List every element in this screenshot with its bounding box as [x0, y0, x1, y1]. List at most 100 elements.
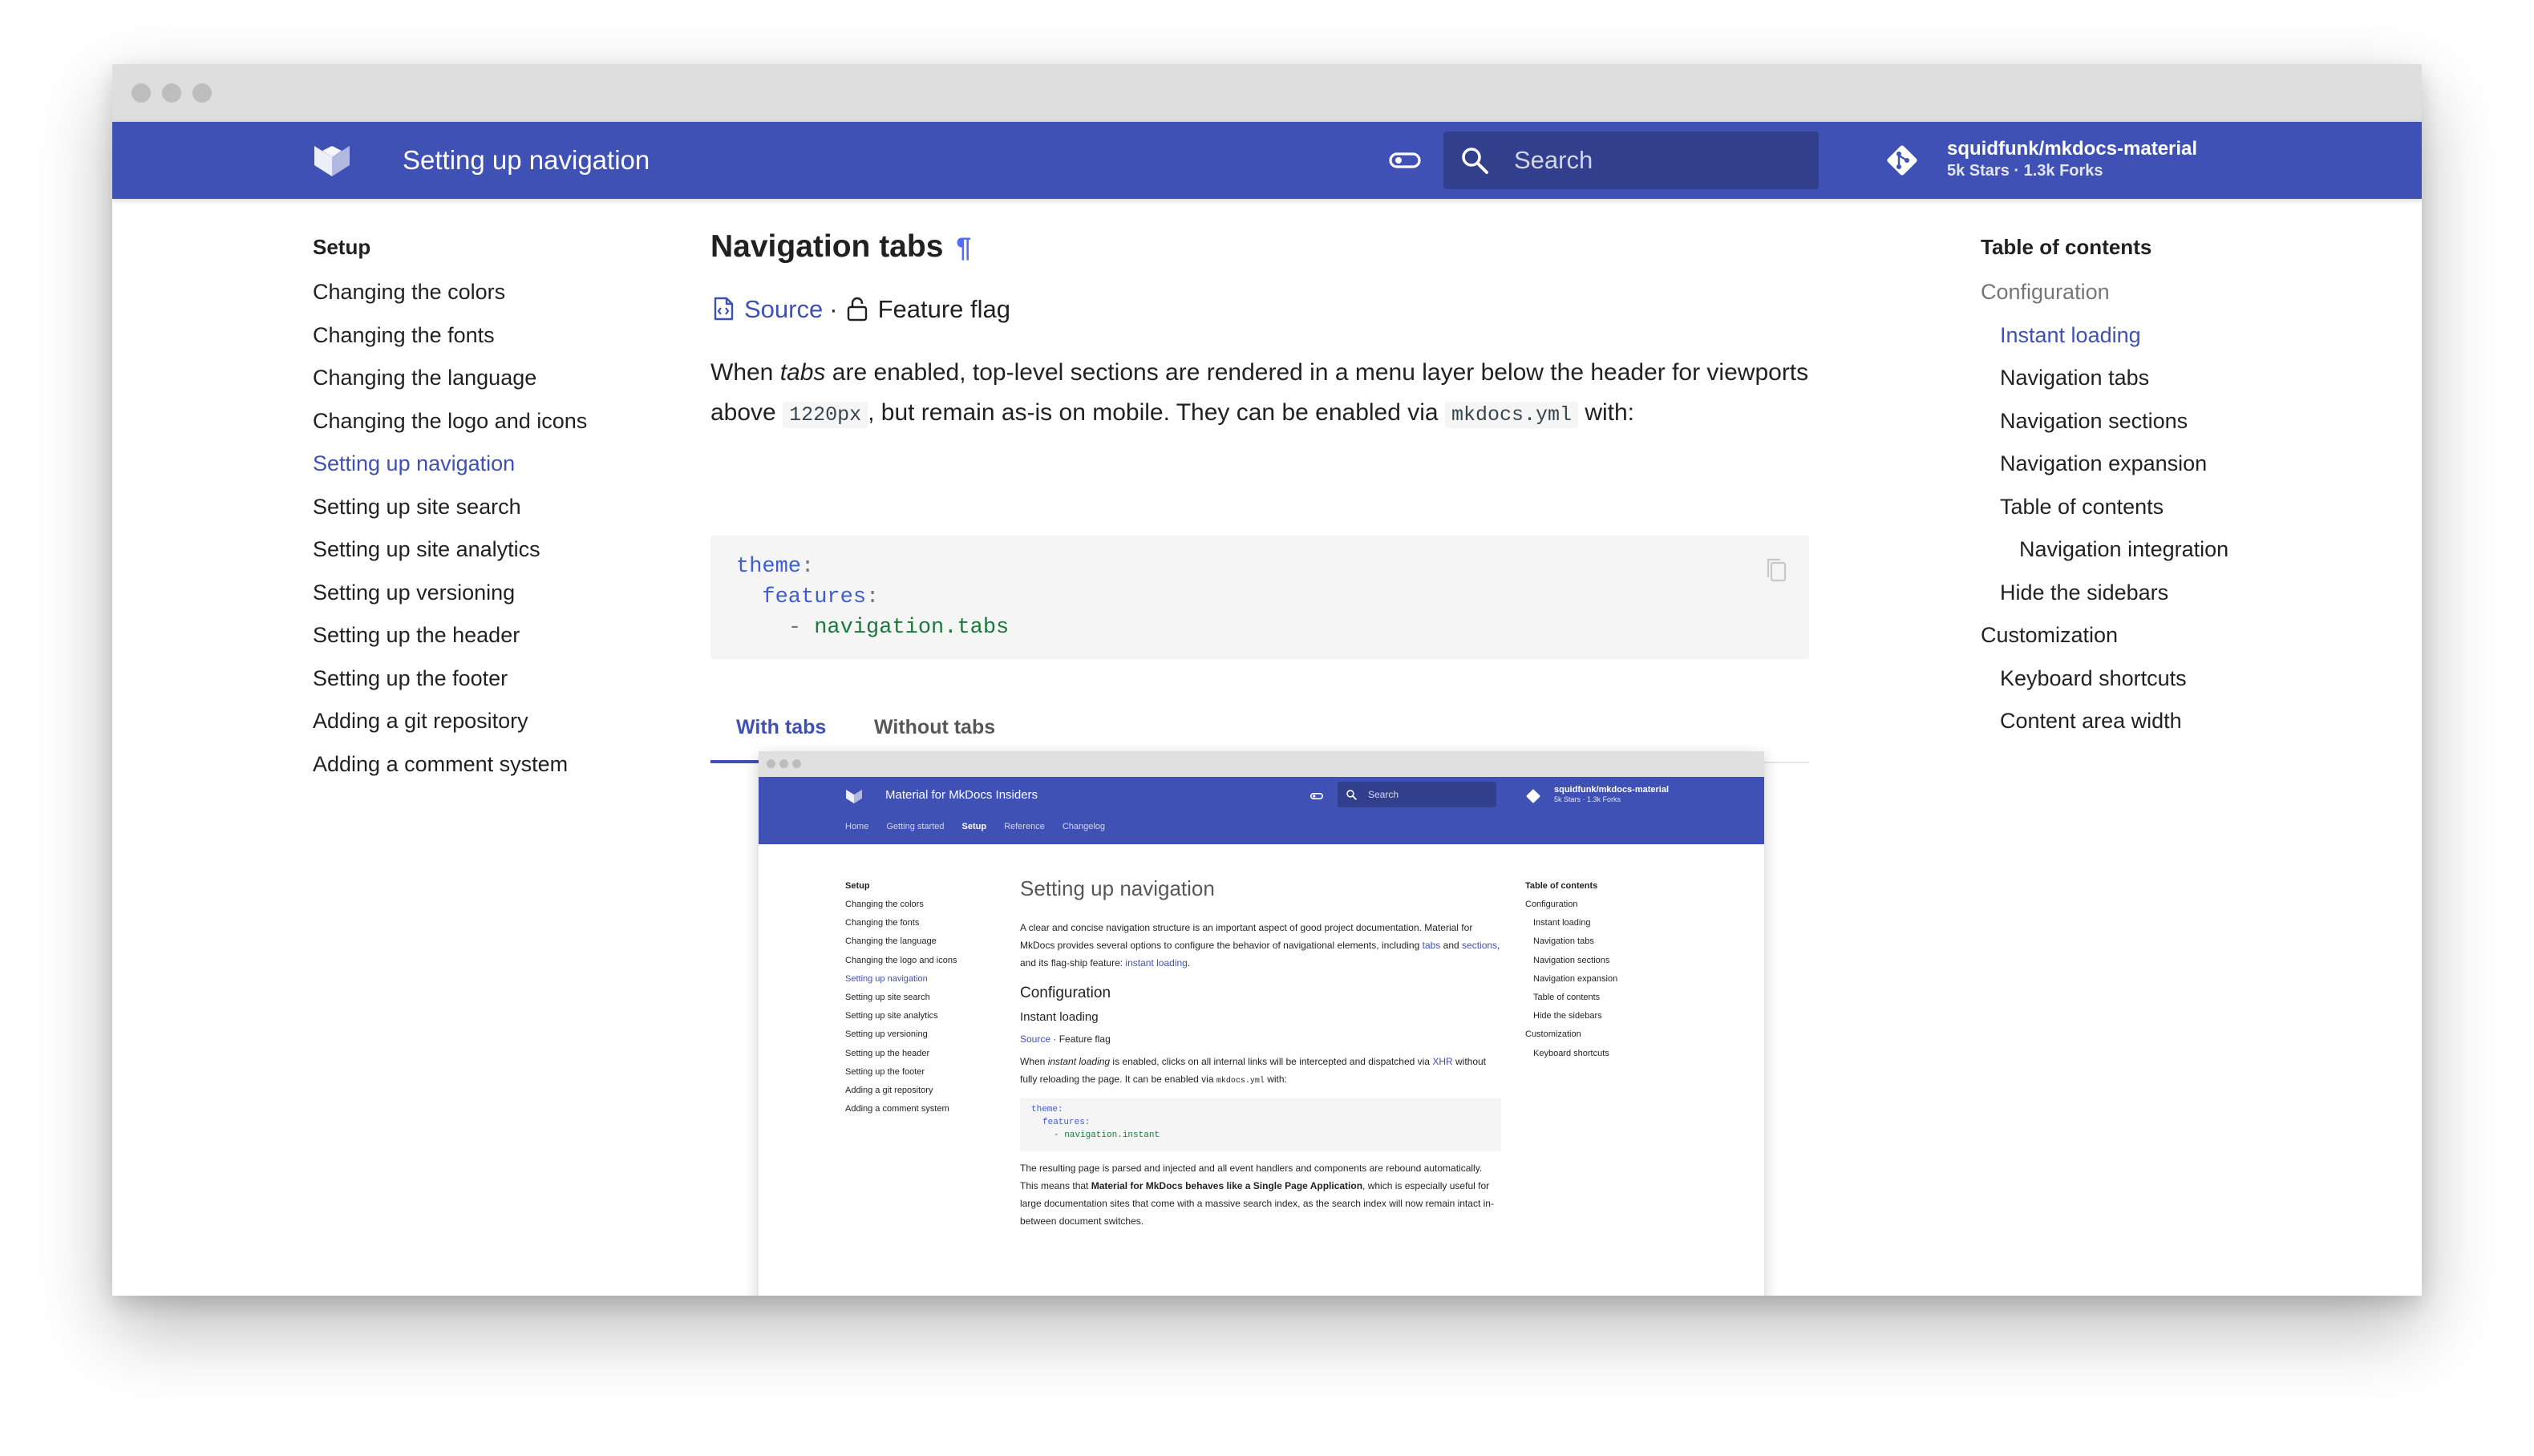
feature-flag-label: Feature flag [877, 295, 1010, 323]
embedded-toc-item: Keyboard shortcuts [1533, 1048, 1609, 1058]
nav-item[interactable]: Adding a comment system [313, 743, 698, 787]
embedded-intro-text: A clear and concise navigation structure… [1020, 922, 1473, 951]
embedded-nav-item: Changing the fonts [845, 918, 920, 928]
para-text-3: , but remain as-is on mobile. They can b… [868, 399, 1445, 426]
embedded-para: When instant loading is enabled, clicks … [1020, 1053, 1501, 1090]
toc-item[interactable]: Configuration [1981, 271, 2382, 314]
embedded-nav-item: Setting up the header [845, 1048, 930, 1058]
embedded-tab: Reference [1004, 822, 1045, 831]
table-of-contents: Table of contents Configuration Instant l… [1981, 231, 2382, 743]
embedded-code-block: theme: features: - navigation.instant [1020, 1098, 1501, 1151]
embedded-toc-item: Navigation sections [1533, 955, 1610, 965]
embedded-toc-item: Navigation expansion [1533, 973, 1618, 984]
toc-item[interactable]: Hide the sidebars [1981, 572, 2382, 615]
embedded-meta: Source · Feature flag [1020, 1033, 1111, 1045]
section-heading: Navigation tabs ¶ [710, 224, 971, 270]
toc-item[interactable]: Instant loading [1981, 314, 2382, 358]
window-maximize-dot[interactable] [192, 83, 212, 103]
toc-item[interactable]: Navigation tabs [1981, 357, 2382, 400]
source-link[interactable]: Source [744, 295, 823, 323]
embedded-intro-text: and [1440, 940, 1463, 951]
embedded-main: Setting up navigation A clear and concis… [1020, 876, 1501, 1230]
embedded-nav-item: Setting up navigation [845, 973, 928, 984]
para-text-1: When [710, 359, 780, 386]
nav-item[interactable]: Changing the colors [313, 271, 698, 314]
search-box[interactable] [1443, 131, 1819, 189]
browser-window: Setting up navigation squidfunk/mkdocs-m… [112, 64, 2422, 1296]
toc-item[interactable]: Table of contents [1981, 486, 2382, 529]
code-content: theme: features: - navigation.tabs [736, 552, 1009, 643]
code-dash: - [787, 616, 815, 640]
toc-item[interactable]: Keyboard shortcuts [1981, 657, 2382, 701]
toc-item[interactable]: Content area width [1981, 700, 2382, 743]
embedded-nav-item: Changing the colors [845, 900, 924, 909]
window-minimize-dot[interactable] [162, 83, 181, 103]
embedded-flag: Feature flag [1059, 1033, 1111, 1045]
nav-item[interactable]: Adding a git repository [313, 700, 698, 743]
window-close-dot[interactable] [132, 83, 151, 103]
toggle-icon [1310, 793, 1323, 799]
repository-link[interactable]: squidfunk/mkdocs-material 5k Stars · 1.3… [1884, 136, 2253, 184]
embedded-nav-item: Adding a comment system [845, 1104, 949, 1114]
section-heading-text: Navigation tabs [710, 229, 944, 264]
nav-item[interactable]: Setting up site search [313, 486, 698, 529]
embedded-tab: Home [845, 822, 869, 831]
toggle-icon[interactable] [1387, 144, 1423, 176]
embedded-link: instant loading [1125, 957, 1188, 969]
nav-item[interactable]: Setting up site analytics [313, 528, 698, 572]
embedded-source-link: Source [1020, 1033, 1051, 1045]
embedded-tab: Getting started [886, 822, 945, 831]
embedded-nav-item: Changing the logo and icons [845, 955, 957, 965]
embedded-h3: Instant loading [1020, 1010, 1099, 1024]
embedded-toc-title: Table of contents [1525, 881, 1598, 891]
site-header: Setting up navigation squidfunk/mkdocs-m… [112, 122, 2422, 199]
embedded-toc-item: Customization [1525, 1029, 1581, 1040]
toc-item[interactable]: Navigation expansion [1981, 443, 2382, 486]
code-key-features: features [762, 585, 867, 609]
file-code-icon [714, 297, 734, 321]
nav-item[interactable]: Changing the logo and icons [313, 400, 698, 443]
embedded-dot [779, 759, 788, 768]
search-input[interactable] [1514, 131, 1803, 189]
code-block: theme: features: - navigation.tabs [710, 536, 1809, 659]
toc-item[interactable]: Customization [1981, 614, 2382, 657]
toc-title: Table of contents [1981, 235, 2152, 259]
code-key-theme: theme [736, 555, 802, 579]
nav-item[interactable]: Changing the fonts [313, 314, 698, 358]
embedded-site-title: Material for MkDocs Insiders [885, 788, 1038, 802]
lock-open-icon [847, 297, 867, 322]
embedded-tab: Changelog [1062, 822, 1106, 831]
embedded-nav-item: Setting up the footer [845, 1066, 925, 1077]
embedded-code-line: features: [1042, 1118, 1091, 1127]
embedded-nav-item: Setting up site search [845, 992, 930, 1002]
nav-item[interactable]: Setting up versioning [313, 572, 698, 615]
code-colon: : [801, 555, 815, 579]
embedded-toc-item: Table of contents [1533, 992, 1601, 1002]
toc-item[interactable]: Navigation integration [1981, 528, 2382, 572]
repository-stats: 5k Stars · 1.3k Forks [1947, 162, 2103, 180]
inline-code-config-file: mkdocs.yml [1444, 402, 1578, 428]
nav-section-title: Setup [313, 235, 371, 259]
git-icon [1526, 789, 1540, 803]
embedded-para-text: is enabled, clicks on all internal links… [1110, 1056, 1433, 1067]
material-logo-icon[interactable] [313, 143, 351, 178]
copy-icon[interactable] [1764, 556, 1788, 584]
inline-code-viewport: 1220px [783, 402, 868, 428]
feature-meta: Source · Feature flag [710, 292, 1010, 327]
material-logo-icon [846, 789, 862, 804]
toc-item[interactable]: Navigation sections [1981, 400, 2382, 443]
embedded-dot [792, 759, 801, 768]
embedded-nav-title: Setup [845, 881, 870, 891]
embedded-intro: A clear and concise navigation structure… [1020, 919, 1501, 972]
nav-item[interactable]: Setting up navigation [313, 443, 698, 486]
headerlink-anchor[interactable]: ¶ [956, 225, 971, 270]
nav-item[interactable]: Setting up the header [313, 614, 698, 657]
embedded-toc-item: Instant loading [1533, 918, 1591, 928]
embedded-intro-text: . [1187, 957, 1191, 969]
nav-item[interactable]: Changing the language [313, 357, 698, 400]
embedded-nav: Setup Changing the colors Changing the fo… [845, 880, 1006, 1120]
embedded-toc-item: Configuration [1525, 900, 1578, 909]
embedded-para-em: instant loading [1047, 1056, 1111, 1067]
embedded-header: Material for MkDocs Insiders Search squi… [759, 777, 1764, 844]
nav-item[interactable]: Setting up the footer [313, 657, 698, 701]
